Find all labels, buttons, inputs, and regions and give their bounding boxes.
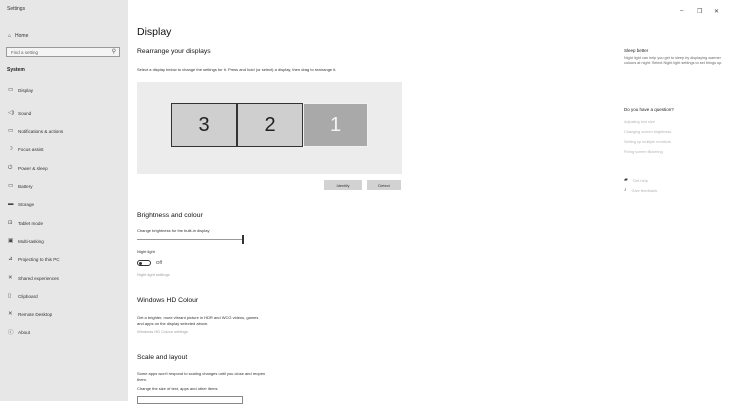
question-heading: Do you have a question? [624,107,674,112]
sidebar-item-remote-desktop[interactable]: ✕ Remote Desktop [8,310,52,318]
info-icon: ⓘ [8,330,14,336]
night-light-label: Night light [137,249,155,254]
sidebar-item-label: About [18,329,31,335]
sidebar-item-notifications[interactable]: ▭ Notifications & actions [8,127,63,135]
sidebar-item-label: Sound [18,110,32,116]
sidebar-item-label: Focus assist [18,146,44,152]
get-help-link[interactable]: ▰ Get help [624,177,648,183]
sidebar-item-label: Multi-tasking [18,238,44,244]
multitasking-icon: ▣ [8,238,14,244]
notifications-icon: ▭ [8,128,14,134]
identify-button[interactable]: Identify [324,180,362,190]
clipboard-icon: ▯ [8,293,12,299]
brightness-heading: Brightness and colour [137,212,203,219]
battery-icon: ▭ [8,183,14,189]
scale-heading: Scale and layout [137,354,188,361]
help-chat-icon: ▰ [624,177,628,183]
get-help-label: Get help [632,177,648,183]
sidebar-item-label: Remote Desktop [18,311,53,317]
monitor-icon: ▭ [8,87,14,93]
tablet-icon: ⊡ [8,220,13,226]
sidebar-item-label: Power & sleep [18,165,48,171]
sidebar-item-storage[interactable]: ▬ Storage [8,200,34,208]
sidebar-item-display[interactable]: ▭ Display [8,86,33,94]
display-2[interactable]: 2 [237,103,303,147]
main-content: Display Rearrange your displays Select a… [128,0,608,404]
hdr-description: and apps on the display selected above. [137,321,209,326]
brightness-slider-label: Change brightness for the built-in displ… [137,228,210,233]
home-icon: ⌂ [8,33,12,39]
sidebar-item-label: Projecting to this PC [18,256,60,262]
search-placeholder: Find a setting [11,49,39,55]
sidebar-item-label: Clipboard [18,293,38,299]
search-icon: ⚲ [111,49,116,55]
sidebar: Settings ⌂ Home Find a setting ⚲ System … [0,0,128,401]
hdr-description: Get a brighter, more vibrant picture in … [137,315,259,320]
give-feedback-label: Give feedback [631,187,658,193]
sidebar-section-title: System [7,67,25,73]
feedback-icon: ♪ [624,187,627,193]
close-icon[interactable]: ✕ [714,8,719,15]
brightness-slider-track[interactable] [137,239,242,241]
sidebar-item-power[interactable]: ⏻ Power & sleep [8,164,48,172]
sidebar-item-label: Battery [18,183,33,189]
rearrange-description: Select a display below to change the set… [137,67,337,72]
minimize-icon[interactable]: – [680,8,683,14]
night-light-toggle[interactable] [137,260,151,266]
brightness-slider-thumb[interactable] [242,235,244,244]
display-arrangement-area[interactable]: 3 2 1 [137,82,402,174]
power-icon: ⏻ [8,164,13,171]
shared-experiences-icon: ✕ [8,275,13,281]
sleep-better-text: Night light can help you get to sleep by… [624,56,723,65]
help-link[interactable]: Fixing screen flickering [624,150,663,154]
sidebar-item-clipboard[interactable]: ▯ Clipboard [8,292,38,300]
night-light-settings-link[interactable]: Night light settings [137,272,170,277]
sidebar-item-sound[interactable]: ◁) Sound [8,109,31,117]
scale-note: them. [137,377,148,382]
sidebar-item-focus-assist[interactable]: ☽ Focus assist [8,145,44,153]
sidebar-item-shared-experiences[interactable]: ✕ Shared experiences [8,274,59,282]
remote-desktop-icon: ✕ [8,311,13,317]
sidebar-item-battery[interactable]: ▭ Battery [8,182,33,190]
sleep-better-heading: Sleep better [624,48,649,53]
maximize-icon[interactable]: ❐ [697,8,702,15]
hdr-heading: Windows HD Colour [137,297,199,304]
display-1[interactable]: 1 [303,103,368,147]
sidebar-item-tablet-mode[interactable]: ⊡ Tablet mode [8,219,43,227]
search-input[interactable]: Find a setting ⚲ [6,47,120,57]
sidebar-item-label: Shared experiences [18,275,59,281]
speaker-icon: ◁) [8,110,15,116]
detect-button[interactable]: Detect [367,180,401,190]
sidebar-item-projecting[interactable]: ⊿ Projecting to this PC [8,255,60,263]
give-feedback-link[interactable]: ♪ Give feedback [624,187,657,193]
sidebar-item-multitasking[interactable]: ▣ Multi-tasking [8,237,44,245]
sidebar-item-label: Notifications & actions [18,128,64,134]
scale-note: Some apps won't respond to scaling chang… [137,371,266,376]
moon-icon: ☽ [8,146,13,152]
scale-size-label: Change the size of text, apps and other … [137,386,218,391]
display-3[interactable]: 3 [171,103,237,147]
projector-icon: ⊿ [8,256,13,262]
sidebar-item-label: Display [18,87,34,93]
page-title: Display [137,26,172,38]
rearrange-heading: Rearrange your displays [137,48,211,55]
sidebar-item-about[interactable]: ⓘ About [8,328,31,337]
sidebar-item-label: Home [15,33,29,39]
help-link[interactable]: Setting up multiple monitors [624,140,671,144]
sidebar-item-home[interactable]: ⌂ Home [8,33,28,39]
sidebar-item-label: Storage [18,201,35,207]
toggle-knob [139,261,143,265]
help-link[interactable]: Changing screen brightness [624,130,671,134]
help-link[interactable]: Adjusting font size [624,120,655,124]
window-title: Settings [7,6,26,12]
storage-icon: ▬ [8,201,14,207]
night-light-state: Off [156,260,162,265]
hdr-settings-link[interactable]: Windows HD Colour settings [137,329,188,334]
scale-dropdown[interactable] [137,396,243,404]
sidebar-item-label: Tablet mode [18,220,44,226]
